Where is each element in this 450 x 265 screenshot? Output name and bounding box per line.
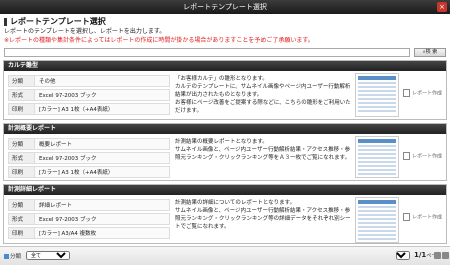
document-icon bbox=[403, 213, 410, 221]
card-attributes: 分類 概要レポート 形式 Excel 97-2003 ブック 印刷 [カラー] A3 … bbox=[8, 138, 170, 180]
window-titlebar: レポートテンプレート選択 × bbox=[0, 0, 450, 14]
attr-print: 印刷 [カラー] A3/A4 複数枚 bbox=[8, 227, 170, 239]
card-title: カルテ雛型 bbox=[4, 61, 446, 71]
title-bar-icon bbox=[4, 17, 7, 26]
card-description: 計測結果の概要レポートとなります。 サムネイル画像と、ページ内ユーザー行動解析結… bbox=[175, 139, 351, 161]
filter-label-group: 分類 bbox=[4, 252, 21, 260]
report-thumbnail bbox=[355, 136, 399, 178]
attr-format: 形式 Excel 97-2003 ブック bbox=[8, 213, 170, 225]
attr-key: 印刷 bbox=[8, 103, 35, 115]
next-page-icon[interactable] bbox=[442, 252, 449, 259]
attr-key: 印刷 bbox=[8, 166, 35, 178]
page-title: レポートテンプレート選択 bbox=[10, 17, 106, 26]
card-attributes: 分類 詳細レポート 形式 Excel 97-2003 ブック 印刷 [カラー] A3/… bbox=[8, 199, 170, 241]
window-title: レポートテンプレート選択 bbox=[183, 3, 267, 11]
attr-value: Excel 97-2003 ブック bbox=[35, 152, 170, 164]
page-header: レポートテンプレート選択 レポートのテンプレートを選択し、レポートを出力します。… bbox=[4, 16, 446, 45]
attr-key: 分類 bbox=[8, 199, 35, 211]
page-warning: ※レポートの種類や集計条件によってはレポートの作成に時間が掛かる場合がありますこ… bbox=[4, 37, 314, 44]
attr-key: 印刷 bbox=[8, 227, 35, 239]
card-title: 計測概要レポート bbox=[4, 124, 446, 134]
attr-print: 印刷 [カラー] A3 1枚（+A4表紙） bbox=[8, 166, 170, 178]
filter-icon bbox=[4, 254, 9, 259]
attr-category: 分類 詳細レポート bbox=[8, 199, 170, 211]
page-title-row: レポートテンプレート選択 bbox=[4, 16, 446, 27]
prev-page-icon[interactable] bbox=[434, 252, 441, 259]
attr-format: 形式 Excel 97-2003 ブック bbox=[8, 152, 170, 164]
report-thumbnail bbox=[355, 197, 399, 243]
category-filter-select[interactable]: 全て bbox=[26, 251, 70, 260]
attr-category: 分類 その他 bbox=[8, 75, 170, 87]
template-card-summary: 計測概要レポート 分類 概要レポート 形式 Excel 97-2003 ブック 印刷… bbox=[3, 123, 447, 181]
create-report-label: レポート作成 bbox=[412, 153, 443, 160]
page-current: 1/1 bbox=[414, 251, 427, 259]
search-row: ⌕検 索 bbox=[4, 48, 446, 57]
template-card-detail: 計測詳細レポート 分類 詳細レポート 形式 Excel 97-2003 ブック 印刷… bbox=[3, 184, 447, 244]
thumbnail-band bbox=[358, 139, 396, 143]
template-card-karte: カルテ雛型 分類 その他 形式 Excel 97-2003 ブック 印刷 [カラー] … bbox=[3, 60, 447, 120]
attr-key: 形式 bbox=[8, 213, 35, 225]
filter-label: 分類 bbox=[10, 254, 22, 260]
thumbnail-band bbox=[358, 76, 396, 80]
close-icon[interactable]: × bbox=[437, 2, 447, 12]
create-report-label: レポート作成 bbox=[412, 214, 443, 221]
attr-key: 形式 bbox=[8, 89, 35, 101]
search-input[interactable] bbox=[4, 48, 410, 57]
create-report-button[interactable]: レポート作成 bbox=[403, 152, 445, 161]
attr-value: Excel 97-2003 ブック bbox=[35, 213, 170, 225]
attr-value: [カラー] A3 1枚（+A4表紙） bbox=[35, 103, 170, 115]
thumbnail-rows bbox=[356, 145, 398, 175]
page-description: レポートのテンプレートを選択し、レポートを出力します。 bbox=[4, 28, 166, 35]
card-title: 計測詳細レポート bbox=[4, 185, 446, 195]
page-size-select[interactable]: 5 bbox=[396, 251, 410, 260]
card-description: 計測結果の詳細についてのレポートとなります。 サムネイル画像と、ページ内ユーザー… bbox=[175, 200, 351, 230]
attr-value: [カラー] A3/A4 複数枚 bbox=[35, 227, 170, 239]
attr-print: 印刷 [カラー] A3 1枚（+A4表紙） bbox=[8, 103, 170, 115]
attr-value: [カラー] A3 1枚（+A4表紙） bbox=[35, 166, 170, 178]
thumbnail-rows bbox=[356, 206, 398, 240]
attr-format: 形式 Excel 97-2003 ブック bbox=[8, 89, 170, 101]
attr-value: Excel 97-2003 ブック bbox=[35, 89, 170, 101]
document-icon bbox=[403, 152, 410, 160]
attr-value: その他 bbox=[35, 75, 170, 87]
attr-key: 分類 bbox=[8, 75, 35, 87]
template-list: カルテ雛型 分類 その他 形式 Excel 97-2003 ブック 印刷 [カラー] … bbox=[3, 60, 447, 244]
card-description: 「お客様カルテ」の雛形となります。 カルテのテンプレートに、サムネイル画像やペー… bbox=[175, 76, 351, 114]
attr-key: 分類 bbox=[8, 138, 35, 150]
thumbnail-rows bbox=[356, 82, 398, 112]
thumbnail-band bbox=[358, 200, 396, 204]
card-attributes: 分類 その他 形式 Excel 97-2003 ブック 印刷 [カラー] A3 1枚（… bbox=[8, 75, 170, 117]
footer-bar: 分類 全て 5 1/1ページ bbox=[0, 246, 450, 265]
create-report-button[interactable]: レポート作成 bbox=[403, 213, 445, 222]
attr-value: 概要レポート bbox=[35, 138, 170, 150]
attr-key: 形式 bbox=[8, 152, 35, 164]
create-report-button[interactable]: レポート作成 bbox=[403, 89, 445, 98]
search-button[interactable]: ⌕検 索 bbox=[414, 48, 446, 57]
attr-value: 詳細レポート bbox=[35, 199, 170, 211]
search-button-label: 検 索 bbox=[425, 49, 438, 55]
report-thumbnail bbox=[355, 73, 399, 117]
create-report-label: レポート作成 bbox=[412, 90, 443, 97]
attr-category: 分類 概要レポート bbox=[8, 138, 170, 150]
document-icon bbox=[403, 89, 410, 97]
